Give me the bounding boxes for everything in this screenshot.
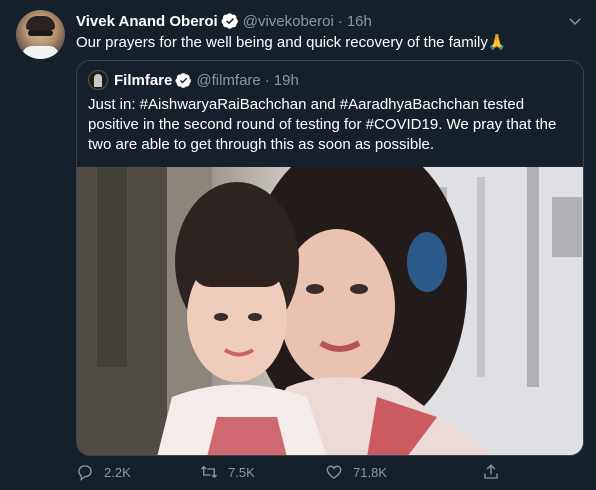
avatar[interactable]	[16, 10, 65, 59]
tweet-text: Our prayers for the well being and quick…	[76, 34, 507, 51]
retweet-icon	[201, 465, 217, 479]
reply-icon	[78, 465, 92, 481]
quoted-tweet-header: Filmfare @filmfare · 19h	[88, 70, 299, 90]
author-display-name[interactable]: Vivek Anand Oberoi	[76, 13, 218, 30]
like-button[interactable]: 71.8K	[325, 463, 387, 481]
share-icon	[484, 464, 498, 479]
retweet-count: 7.5K	[228, 464, 255, 480]
avatar-hair	[26, 16, 55, 30]
tweet-header: Vivek Anand Oberoi @vivekoberoi · 16h	[76, 10, 372, 32]
chevron-down-icon[interactable]	[566, 12, 584, 30]
author-handle[interactable]: @vivekoberoi	[243, 13, 334, 30]
verified-badge-icon	[175, 72, 192, 88]
quoted-display-name[interactable]: Filmfare	[114, 72, 172, 89]
quoted-tweet-text: Just in: #AishwaryaRaiBachchan and #Aara…	[88, 96, 557, 153]
tweet-timestamp[interactable]: 16h	[347, 13, 372, 30]
quoted-header-separator: ·	[264, 71, 270, 89]
tweet-actions: 2.2K 7.5K 71.8K	[76, 463, 584, 483]
header-separator: ·	[337, 12, 343, 30]
verified-badge-icon	[221, 13, 238, 29]
photo-illustration	[77, 167, 583, 455]
share-button[interactable]	[482, 463, 510, 481]
reply-count: 2.2K	[104, 464, 131, 480]
quoted-handle[interactable]: @filmfare	[196, 72, 260, 89]
quoted-tweet[interactable]: Filmfare @filmfare · 19h Just in: #Aishw…	[76, 60, 584, 456]
quoted-timestamp[interactable]: 19h	[274, 72, 299, 89]
like-icon	[326, 465, 342, 479]
tweet-card[interactable]: Vivek Anand Oberoi @vivekoberoi · 16h Ou…	[0, 0, 596, 490]
like-count: 71.8K	[353, 464, 387, 480]
reply-button[interactable]: 2.2K	[76, 463, 131, 481]
quoted-tweet-photo[interactable]	[77, 167, 583, 455]
retweet-button[interactable]: 7.5K	[200, 463, 255, 481]
avatar-glasses	[28, 30, 53, 36]
avatar-shirt	[22, 46, 59, 59]
quoted-avatar[interactable]	[88, 70, 108, 90]
